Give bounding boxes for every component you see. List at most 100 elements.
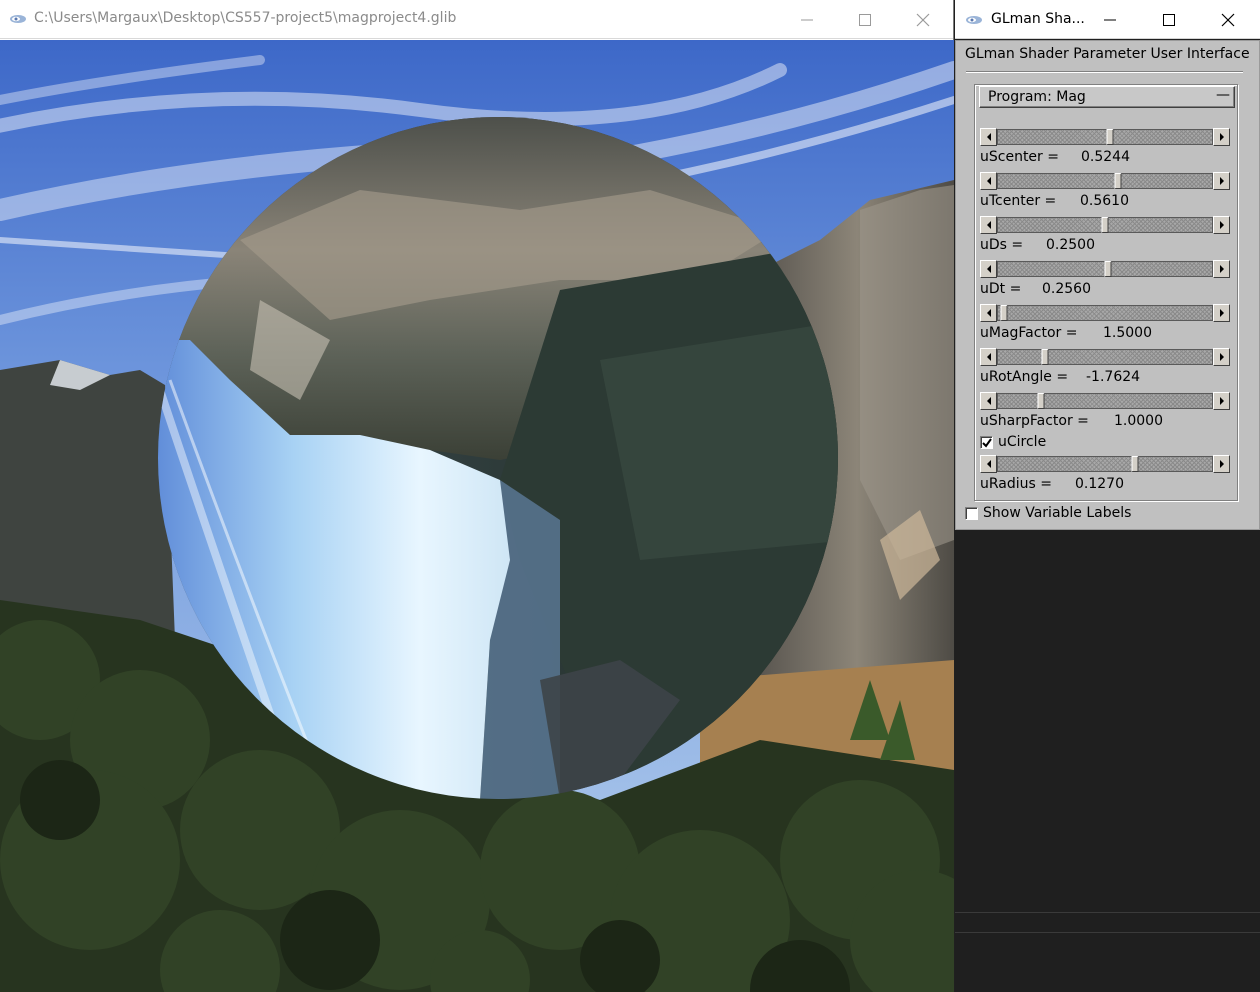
divider	[955, 912, 1260, 913]
close-icon	[916, 13, 930, 26]
arrow-right-icon	[1219, 221, 1224, 229]
slider-track[interactable]	[997, 261, 1213, 277]
arrow-right-icon	[1219, 133, 1224, 141]
slider-left-button[interactable]	[980, 455, 997, 473]
slider-thumb[interactable]	[1104, 261, 1112, 277]
parameter-value: 0.2560	[1042, 281, 1091, 297]
arrow-left-icon	[986, 221, 991, 229]
render-window: C:\Users\Margaux\Desktop\CS557-project5\…	[0, 0, 954, 992]
glman-titlebar[interactable]: GLman Sha...	[955, 0, 1260, 39]
parameter-value: -1.7624	[1086, 369, 1141, 385]
parameter-slider[interactable]	[980, 455, 1230, 473]
slider-track[interactable]	[997, 349, 1213, 365]
parameter-name: uRadius =	[980, 476, 1052, 492]
arrow-right-icon	[1219, 353, 1224, 361]
ucircle-checkbox[interactable]	[980, 435, 993, 449]
checkmark-icon	[982, 437, 992, 448]
render-window-titlebar[interactable]: C:\Users\Margaux\Desktop\CS557-project5\…	[0, 0, 953, 39]
arrow-left-icon	[986, 265, 991, 273]
parameter-name: uTcenter =	[980, 193, 1057, 209]
maximize-button[interactable]	[836, 0, 894, 39]
program-rollout-header[interactable]: Program: Mag —	[979, 86, 1235, 108]
slider-track[interactable]	[997, 305, 1213, 321]
parameter-slider[interactable]	[980, 348, 1230, 366]
minimize-button[interactable]	[778, 0, 836, 39]
show-variable-labels-checkbox[interactable]	[965, 506, 978, 520]
slider-left-button[interactable]	[980, 172, 997, 190]
slider-thumb[interactable]	[1000, 305, 1008, 321]
program-label: Program: Mag	[988, 89, 1086, 105]
close-icon	[1221, 13, 1235, 26]
slider-track[interactable]	[997, 393, 1213, 409]
glman-logo-icon	[966, 16, 982, 24]
slider-right-button[interactable]	[1213, 216, 1230, 234]
slider-right-button[interactable]	[1213, 455, 1230, 473]
parameter-slider[interactable]	[980, 260, 1230, 278]
parameter-value-label: uMagFactor = 1.5000	[980, 325, 1152, 341]
arrow-right-icon	[1219, 397, 1224, 405]
slider-track[interactable]	[997, 173, 1213, 189]
arrow-right-icon	[1219, 309, 1224, 317]
slider-right-button[interactable]	[1213, 348, 1230, 366]
parameter-name: uSharpFactor =	[980, 413, 1089, 429]
heading-separator	[966, 71, 1243, 73]
parameter-slider[interactable]	[980, 304, 1230, 322]
minimize-icon	[801, 19, 813, 20]
slider-left-button[interactable]	[980, 392, 997, 410]
ucircle-label: uCircle	[998, 434, 1047, 450]
parameter-slider[interactable]	[980, 172, 1230, 190]
parameter-slider[interactable]	[980, 128, 1230, 146]
window-title: C:\Users\Margaux\Desktop\CS557-project5\…	[34, 10, 457, 26]
slider-left-button[interactable]	[980, 348, 997, 366]
parameter-value: 1.5000	[1103, 325, 1152, 341]
slider-thumb[interactable]	[1101, 217, 1109, 233]
glman-maximize-button[interactable]	[1140, 0, 1198, 39]
glman-logo-icon	[10, 15, 26, 23]
slider-left-button[interactable]	[980, 128, 997, 146]
parameter-slider[interactable]	[980, 216, 1230, 234]
slider-right-button[interactable]	[1213, 392, 1230, 410]
parameter-value: 0.1270	[1075, 476, 1124, 492]
minimize-icon	[1104, 19, 1116, 20]
slider-right-button[interactable]	[1213, 260, 1230, 278]
divider	[955, 932, 1260, 933]
slider-right-button[interactable]	[1213, 304, 1230, 322]
slider-track[interactable]	[997, 217, 1213, 233]
close-button[interactable]	[894, 0, 952, 39]
slider-thumb[interactable]	[1131, 456, 1139, 472]
slider-thumb[interactable]	[1114, 173, 1122, 189]
glman-minimize-button[interactable]	[1081, 0, 1139, 39]
panel-heading: GLman Shader Parameter User Interface	[965, 46, 1250, 62]
arrow-left-icon	[986, 353, 991, 361]
scene-image	[0, 40, 954, 992]
parameter-value-label: uScenter = 0.5244	[980, 149, 1130, 165]
parameter-name: uScenter =	[980, 149, 1059, 165]
parameter-value-label: uSharpFactor = 1.0000	[980, 413, 1163, 429]
ucircle-checkbox-row[interactable]: uCircle	[980, 434, 1046, 450]
slider-track[interactable]	[997, 456, 1213, 472]
slider-track[interactable]	[997, 129, 1213, 145]
arrow-right-icon	[1219, 460, 1224, 468]
arrow-right-icon	[1219, 265, 1224, 273]
show-variable-labels-row[interactable]: Show Variable Labels	[965, 505, 1131, 521]
parameter-name: uRotAngle =	[980, 369, 1069, 385]
parameter-value-label: uDt = 0.2560	[980, 281, 1091, 297]
slider-thumb[interactable]	[1106, 129, 1114, 145]
glman-window-title: GLman Sha...	[991, 11, 1085, 27]
slider-thumb[interactable]	[1041, 349, 1049, 365]
glman-close-button[interactable]	[1199, 0, 1257, 39]
slider-left-button[interactable]	[980, 304, 997, 322]
slider-thumb[interactable]	[1037, 393, 1045, 409]
collapse-icon[interactable]: —	[1216, 87, 1230, 103]
parameter-name: uDt =	[980, 281, 1022, 297]
parameter-value: 0.5244	[1081, 149, 1130, 165]
slider-right-button[interactable]	[1213, 128, 1230, 146]
render-viewport[interactable]	[0, 40, 954, 992]
slider-left-button[interactable]	[980, 216, 997, 234]
parameter-value: 0.2500	[1046, 237, 1095, 253]
parameter-slider[interactable]	[980, 392, 1230, 410]
arrow-left-icon	[986, 177, 991, 185]
parameter-value-label: uRotAngle = -1.7624	[980, 369, 1140, 385]
slider-right-button[interactable]	[1213, 172, 1230, 190]
slider-left-button[interactable]	[980, 260, 997, 278]
